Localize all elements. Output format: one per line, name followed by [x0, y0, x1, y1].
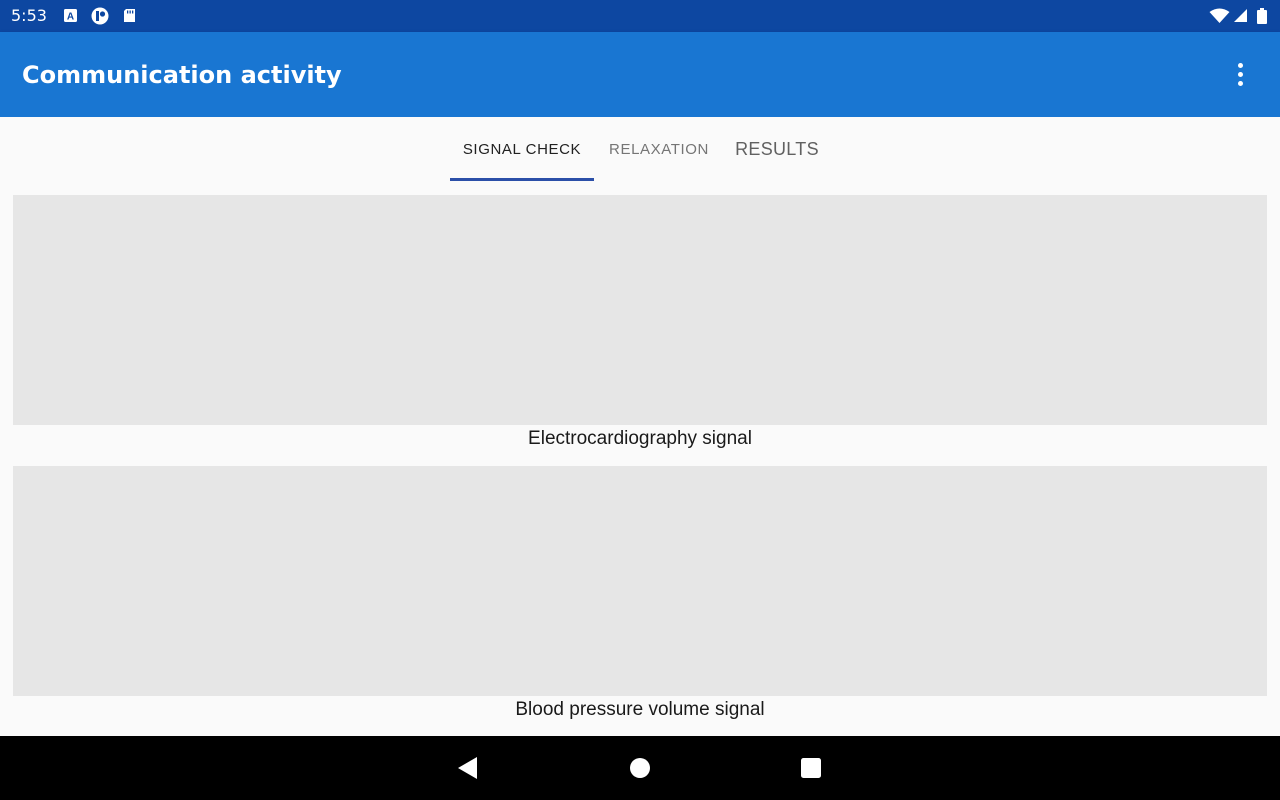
tab-signal-check[interactable]: SIGNAL CHECK	[450, 117, 594, 182]
tab-bar: SIGNAL CHECK RELAXATION RESULTS	[0, 117, 1280, 182]
recents-button[interactable]	[793, 750, 829, 786]
ecg-signal-caption: Electrocardiography signal	[528, 428, 752, 449]
app-bar: Communication activity	[0, 32, 1280, 117]
home-icon	[630, 758, 650, 778]
svg-text:A: A	[67, 12, 74, 23]
tab-label: RELAXATION	[609, 141, 709, 158]
tab-label: SIGNAL CHECK	[462, 141, 582, 158]
home-button[interactable]	[622, 750, 658, 786]
tab-relaxation[interactable]: RELAXATION	[596, 117, 722, 182]
overflow-menu-button[interactable]	[1224, 58, 1256, 90]
navigation-bar	[0, 736, 1280, 800]
tab-results[interactable]: RESULTS	[724, 117, 830, 182]
ecg-signal-panel	[13, 195, 1267, 425]
back-button[interactable]	[450, 750, 486, 786]
bpv-signal-panel	[13, 466, 1267, 696]
recents-icon	[801, 758, 821, 778]
tab-indicator	[450, 178, 594, 181]
wifi-icon	[1209, 8, 1230, 23]
bpv-signal-caption: Blood pressure volume signal	[515, 699, 765, 720]
page-title: Communication activity	[22, 61, 342, 89]
back-icon	[458, 757, 477, 779]
circle-badge-icon	[91, 7, 109, 25]
sd-card-icon	[122, 8, 137, 23]
battery-icon	[1257, 8, 1267, 24]
status-time: 5:53	[11, 6, 47, 25]
tab-label: RESULTS	[735, 139, 819, 159]
more-vert-icon	[1237, 62, 1243, 68]
a-box-icon: A	[63, 8, 78, 23]
signal-icon	[1233, 8, 1248, 23]
status-bar: 5:53 A	[0, 0, 1280, 32]
